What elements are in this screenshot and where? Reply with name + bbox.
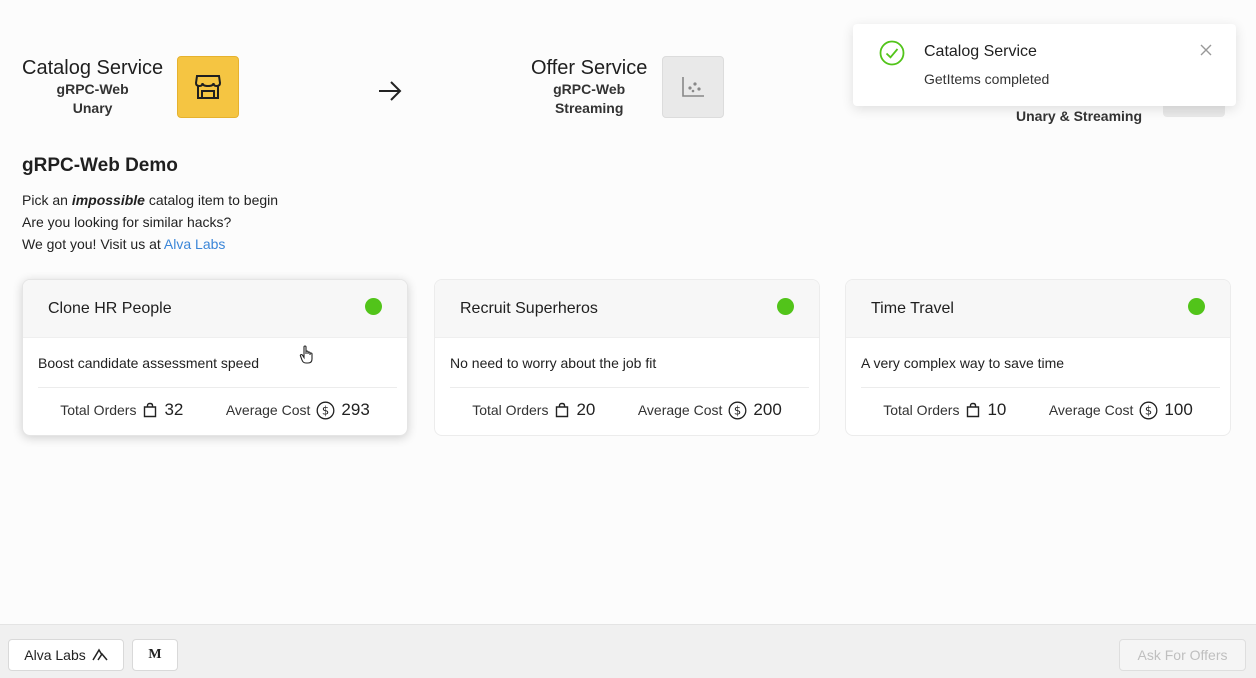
catalog-service: Catalog Service gRPC-Web Unary — [22, 56, 240, 118]
catalog-card[interactable]: Clone HR People Boost candidate assessme… — [22, 279, 408, 436]
alva-logo-icon — [92, 648, 108, 661]
notification-toast: Catalog Service GetItems completed — [853, 24, 1236, 106]
intro-line-2: Are you looking for similar hacks? — [22, 214, 232, 230]
card-divider — [861, 387, 1220, 388]
intro-line-3-pre: We got you! Visit us at — [22, 236, 164, 252]
total-orders-label: Total Orders — [60, 402, 137, 418]
status-dot — [365, 298, 382, 315]
intro-line-1-post: catalog item to begin — [144, 192, 279, 208]
svg-text:$: $ — [1145, 403, 1152, 417]
card-stats: Total Orders 10 Average Cost $ 100 — [846, 400, 1230, 420]
card-description: No need to worry about the job fit — [450, 355, 657, 371]
toast-message: GetItems completed — [924, 71, 1050, 87]
ask-for-offers-label: Ask For Offers — [1137, 647, 1228, 663]
average-cost-value: 200 — [753, 400, 782, 419]
svg-text:$: $ — [322, 403, 329, 417]
total-orders-label: Total Orders — [883, 402, 960, 418]
shopping-bag-icon — [556, 402, 569, 418]
page-title: gRPC-Web Demo — [22, 155, 178, 176]
total-orders-value: 20 — [576, 400, 596, 419]
shopping-bag-icon — [967, 402, 980, 418]
alva-labs-link[interactable]: Alva Labs — [164, 236, 225, 252]
offer-service-text: Offer Service gRPC-Web Streaming — [531, 56, 647, 118]
check-circle-icon — [879, 40, 905, 66]
third-service-mode: Unary & Streaming — [1016, 108, 1143, 124]
footer: Alva Labs M Ask For Offers — [0, 624, 1256, 678]
dollar-circle-icon: $ — [316, 401, 335, 419]
card-title: Time Travel — [871, 300, 954, 317]
average-cost-value: 293 — [341, 400, 370, 419]
status-dot — [1188, 298, 1205, 315]
dollar-circle-icon: $ — [1139, 401, 1158, 419]
alva-labs-button[interactable]: Alva Labs — [8, 639, 124, 671]
average-cost-label: Average Cost — [637, 402, 723, 418]
catalog-service-name: Catalog Service — [22, 57, 164, 80]
toast-title: Catalog Service — [924, 43, 1037, 60]
card-divider — [38, 387, 397, 388]
catalog-card[interactable]: Time Travel A very complex way to save t… — [845, 279, 1231, 436]
medium-button[interactable]: M — [132, 639, 178, 671]
hero: gRPC-Web Demo Pick an impossible catalog… — [22, 155, 278, 255]
card-stats: Total Orders 32 Average Cost $ 293 — [23, 400, 407, 420]
offer-service-name: Offer Service — [531, 57, 648, 80]
medium-icon: M — [148, 647, 162, 662]
total-orders-value: 10 — [987, 400, 1007, 419]
intro-line-1: Pick an impossible catalog item to begin — [22, 189, 278, 211]
intro-line-3: We got you! Visit us at Alva Labs — [22, 233, 278, 255]
offer-service: Offer Service gRPC-Web Streaming — [531, 56, 725, 118]
offer-service-protocol: gRPC-Web — [553, 81, 626, 98]
card-title: Clone HR People — [48, 300, 172, 317]
card-divider — [450, 387, 809, 388]
status-dot — [777, 298, 794, 315]
arrow-right-icon — [379, 81, 402, 101]
card-header: Recruit Superheros — [435, 280, 819, 338]
card-description: Boost candidate assessment speed — [38, 355, 260, 371]
catalog-service-text: Catalog Service gRPC-Web Unary — [22, 56, 163, 118]
card-header: Clone HR People — [23, 280, 407, 338]
catalog-service-tile[interactable] — [177, 56, 240, 118]
total-orders-stat: Total Orders 32 — [60, 400, 183, 420]
shop-icon — [195, 75, 222, 99]
total-orders-label: Total Orders — [472, 402, 549, 418]
card-stats: Total Orders 20 Average Cost $ 200 — [435, 400, 819, 420]
offer-service-mode: Streaming — [554, 100, 624, 116]
card-title: Recruit Superheros — [460, 300, 598, 317]
catalog-card[interactable]: Recruit Superheros No need to worry abou… — [434, 279, 820, 436]
card-header: Time Travel — [846, 280, 1230, 338]
average-cost-stat: Average Cost $ 200 — [638, 400, 782, 420]
average-cost-stat: Average Cost $ 293 — [226, 400, 370, 420]
shopping-bag-icon — [144, 402, 157, 418]
ask-for-offers-button[interactable]: Ask For Offers — [1119, 639, 1246, 671]
alva-labs-button-label: Alva Labs — [24, 647, 86, 663]
total-orders-stat: Total Orders 20 — [472, 400, 595, 420]
average-cost-value: 100 — [1164, 400, 1193, 419]
dollar-circle-icon: $ — [728, 401, 747, 419]
average-cost-label: Average Cost — [1048, 402, 1134, 418]
hand-cursor-icon — [299, 345, 313, 364]
intro-emphasis: impossible — [71, 192, 145, 208]
intro-line-1-pre: Pick an — [22, 192, 72, 208]
average-cost-stat: Average Cost $ 100 — [1049, 400, 1193, 420]
average-cost-label: Average Cost — [225, 402, 311, 418]
offer-service-tile[interactable] — [662, 56, 725, 118]
catalog-service-mode: Unary — [72, 100, 113, 116]
total-orders-stat: Total Orders 10 — [883, 400, 1006, 420]
card-description: A very complex way to save time — [861, 355, 1065, 371]
catalog-service-protocol: gRPC-Web — [56, 81, 129, 98]
close-icon[interactable] — [1200, 44, 1212, 56]
total-orders-value: 32 — [164, 400, 184, 419]
dot-chart-icon — [682, 77, 705, 97]
svg-text:$: $ — [734, 403, 741, 417]
